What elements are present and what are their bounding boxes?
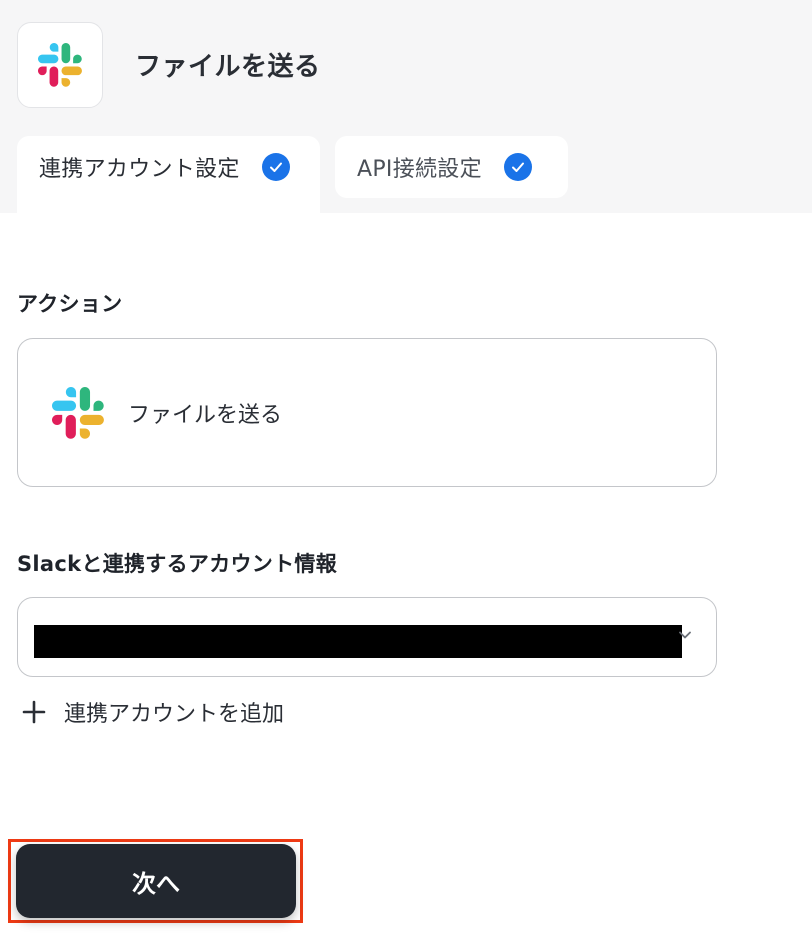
account-section-label: Slackと連携するアカウント情報: [17, 552, 338, 576]
slack-logo-icon: [38, 43, 82, 87]
action-section-label: アクション: [17, 292, 123, 316]
slack-logo-icon: [52, 386, 104, 439]
add-account-label: 連携アカウントを追加: [64, 702, 285, 727]
tab-account-settings[interactable]: 連携アカウント設定: [17, 136, 320, 214]
account-select[interactable]: [17, 597, 717, 677]
next-button[interactable]: 次へ: [16, 844, 296, 918]
tab-label: API接続設定: [357, 157, 482, 182]
selected-action-label: ファイルを送る: [128, 402, 283, 428]
redacted-account-value: [34, 625, 682, 658]
app-icon-box: [17, 22, 103, 108]
check-icon: [503, 153, 532, 181]
add-account-link[interactable]: 連携アカウントを追加: [22, 696, 284, 728]
tab-api-settings[interactable]: API接続設定: [335, 136, 568, 198]
plus-icon: [22, 700, 46, 724]
tab-label: 連携アカウント設定: [39, 157, 240, 182]
chevron-down-icon: [679, 631, 691, 639]
action-selector[interactable]: ファイルを送る: [17, 338, 717, 487]
check-icon: [261, 153, 290, 181]
page-title: ファイルを送る: [135, 52, 321, 82]
